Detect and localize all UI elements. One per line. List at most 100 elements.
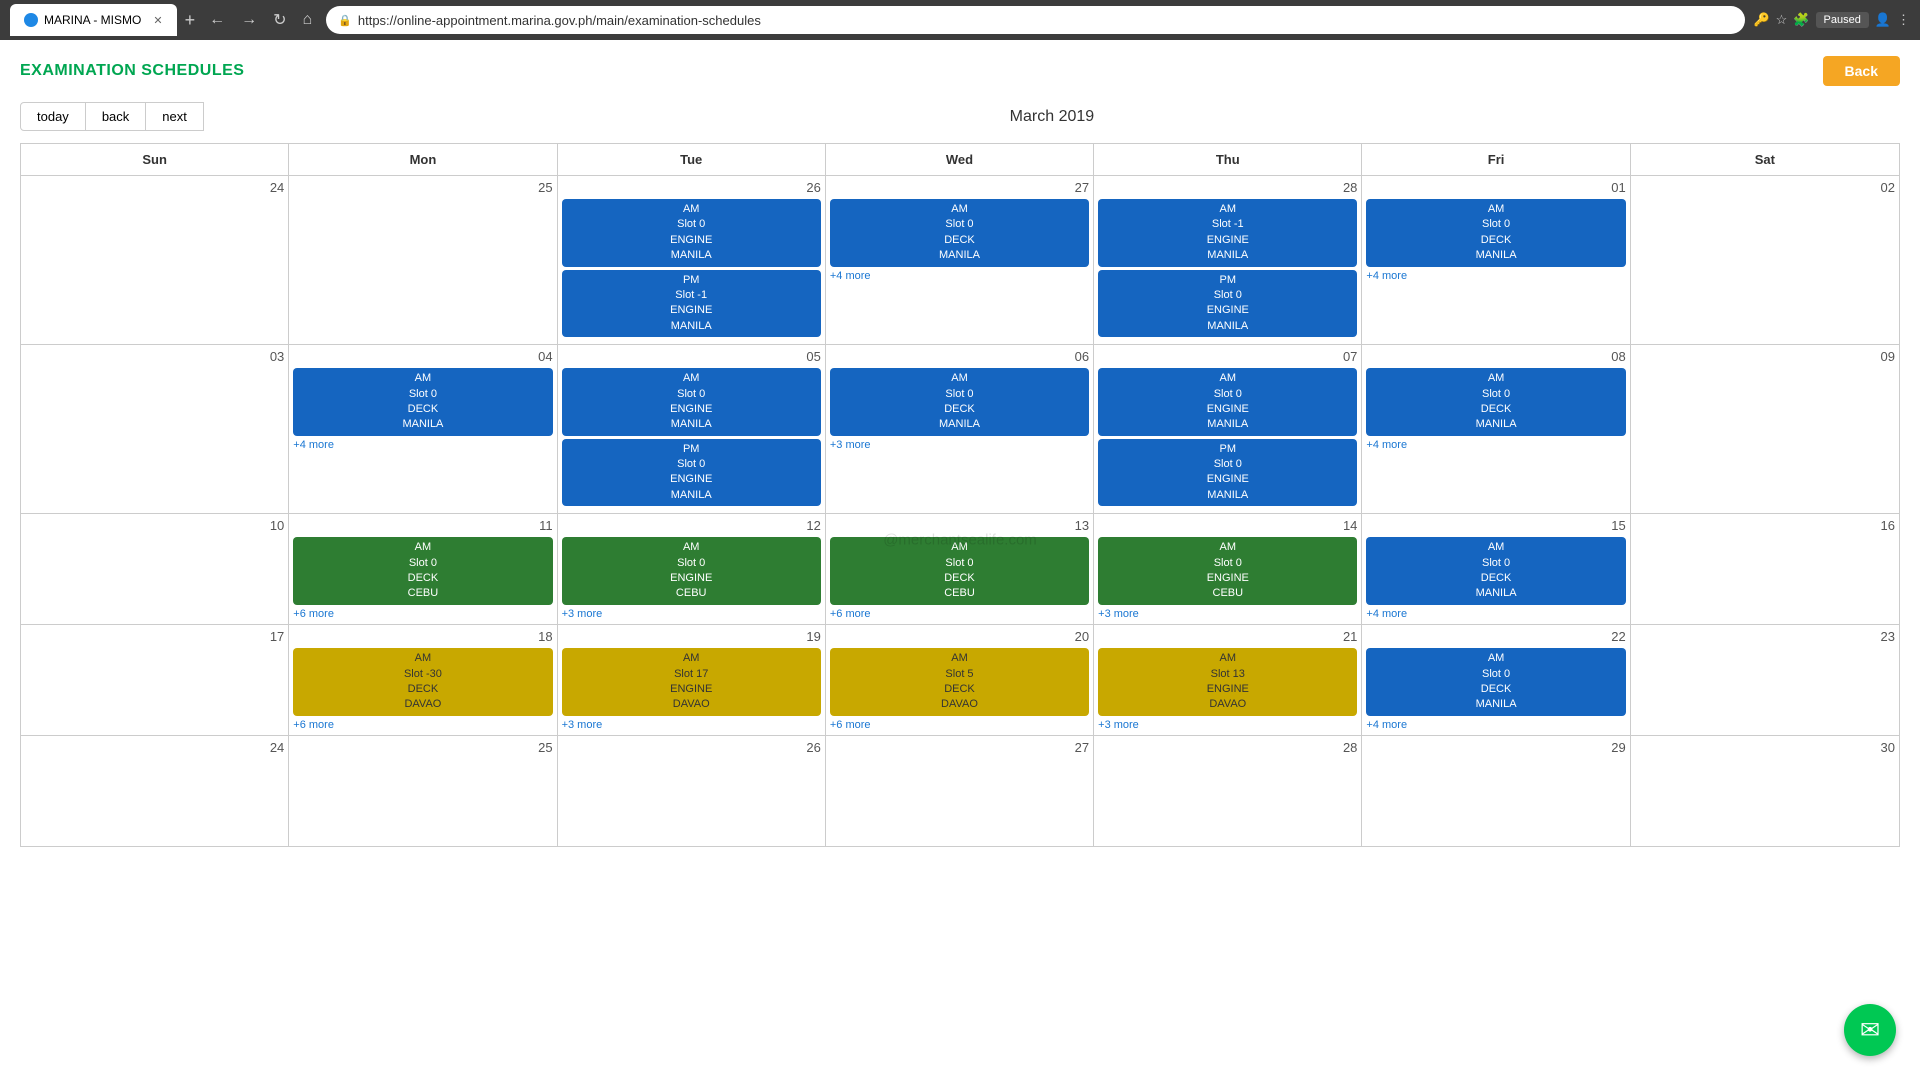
- event-card[interactable]: AMSlot 0ENGINEMANILA: [562, 199, 821, 267]
- more-events-link[interactable]: +4 more: [1366, 608, 1625, 620]
- header-wed: Wed: [826, 144, 1094, 175]
- event-card[interactable]: AMSlot 0DECKMANILA: [1366, 199, 1625, 267]
- browser-tab[interactable]: MARINA - MISMO ✕: [10, 4, 177, 36]
- event-card[interactable]: AMSlot 0DECKMANILA: [293, 368, 552, 436]
- calendar-cell: 27: [826, 736, 1094, 846]
- nav-home-btn[interactable]: ⌂: [296, 7, 318, 33]
- tab-close-btn[interactable]: ✕: [153, 14, 162, 27]
- calendar-cell: 26 AMSlot 0ENGINEMANILAPMSlot -1ENGINEMAN…: [558, 176, 826, 344]
- event-card[interactable]: AMSlot 17ENGINEDAVAO: [562, 648, 821, 716]
- event-card[interactable]: AMSlot 0ENGINEMANILA: [562, 368, 821, 436]
- paused-badge: Paused: [1816, 12, 1869, 28]
- more-events-link[interactable]: +6 more: [293, 719, 552, 731]
- day-number: 16: [1635, 518, 1895, 533]
- browser-chrome: MARINA - MISMO ✕ + ← → ↻ ⌂ 🔒 https://onl…: [0, 0, 1920, 40]
- back-button[interactable]: Back: [1823, 56, 1900, 86]
- event-card[interactable]: PMSlot 0ENGINEMANILA: [1098, 270, 1357, 338]
- calendar-cell: 25: [289, 176, 557, 344]
- day-number: 20: [830, 629, 1089, 644]
- header-sat: Sat: [1631, 144, 1899, 175]
- calendar-cell: 10: [21, 514, 289, 624]
- event-card[interactable]: PMSlot 0ENGINEMANILA: [1098, 439, 1357, 507]
- more-events-link[interactable]: +3 more: [562, 608, 821, 620]
- event-card[interactable]: AMSlot 0DECKMANILA: [1366, 648, 1625, 716]
- event-card[interactable]: AMSlot 0ENGINECEBU: [1098, 537, 1357, 605]
- calendar-cell: 21AMSlot 13ENGINEDAVAO+3 more: [1094, 625, 1362, 735]
- more-events-link[interactable]: +3 more: [562, 719, 821, 731]
- tab-favicon: [24, 13, 38, 27]
- new-tab-btn[interactable]: +: [185, 10, 196, 31]
- day-number: 27: [830, 740, 1089, 755]
- more-events-link[interactable]: +6 more: [293, 608, 552, 620]
- calendar-cell: 06 AMSlot 0DECKMANILA +3 more: [826, 345, 1094, 513]
- more-events-link[interactable]: +4 more: [1366, 439, 1625, 451]
- calendar-cell: 09: [1631, 345, 1899, 513]
- calendar-cell: 13 AMSlot 0DECKCEBU +6 more: [826, 514, 1094, 624]
- next-nav-button[interactable]: next: [146, 102, 204, 131]
- day-number: 22: [1366, 629, 1625, 644]
- calendar-cell: 29: [1362, 736, 1630, 846]
- url-bar[interactable]: 🔒 https://online-appointment.marina.gov.…: [326, 6, 1745, 34]
- calendar-cell: 04AMSlot 0DECKMANILA+4 more: [289, 345, 557, 513]
- event-card[interactable]: AMSlot -30DECKDAVAO: [293, 648, 552, 716]
- day-number: 17: [25, 629, 284, 644]
- day-number: 26: [562, 180, 821, 195]
- event-card[interactable]: AMSlot 0DECKMANILA: [830, 368, 1089, 436]
- event-card[interactable]: AMSlot 0ENGINECEBU: [562, 537, 821, 605]
- day-number: 25: [293, 740, 552, 755]
- calendar-nav: today back next March 2019: [20, 102, 1900, 131]
- event-card[interactable]: AMSlot 13ENGINEDAVAO: [1098, 648, 1357, 716]
- calendar-row: 242526AMSlot 0ENGINEMANILAPMSlot -1ENGIN…: [21, 176, 1899, 345]
- nav-controls: ← → ↻ ⌂: [203, 6, 318, 34]
- today-button[interactable]: today: [20, 102, 86, 131]
- more-events-link[interactable]: +4 more: [293, 439, 552, 451]
- page-content: EXAMINATION SCHEDULES Back today back ne…: [0, 40, 1920, 1080]
- day-number: 28: [1098, 180, 1357, 195]
- browser-actions: 🔑 ☆ 🧩 Paused 👤 ⋮: [1753, 12, 1910, 28]
- more-events-link[interactable]: +6 more: [830, 608, 1089, 620]
- more-events-link[interactable]: +3 more: [1098, 719, 1357, 731]
- day-number: 13: [830, 518, 1089, 533]
- event-card[interactable]: AMSlot 5DECKDAVAO: [830, 648, 1089, 716]
- back-nav-button[interactable]: back: [86, 102, 146, 131]
- event-card[interactable]: AMSlot 0DECKCEBU: [830, 537, 1089, 605]
- event-card[interactable]: AMSlot 0DECKMANILA: [1366, 537, 1625, 605]
- chat-fab[interactable]: ✉: [1844, 1004, 1896, 1056]
- calendar-cell: 19AMSlot 17ENGINEDAVAO+3 more: [558, 625, 826, 735]
- event-card[interactable]: AMSlot 0DECKCEBU: [293, 537, 552, 605]
- menu-icon: ⋮: [1897, 12, 1910, 28]
- calendar-cell: 15AMSlot 0DECKMANILA+4 more: [1362, 514, 1630, 624]
- calendar: Sun Mon Tue Wed Thu Fri Sat 242526AMSlot…: [20, 143, 1900, 847]
- calendar-cell: 05AMSlot 0ENGINEMANILAPMSlot 0ENGINEMANI…: [558, 345, 826, 513]
- event-card[interactable]: AMSlot 0ENGINEMANILA: [1098, 368, 1357, 436]
- nav-refresh-btn[interactable]: ↻: [267, 6, 292, 34]
- event-card[interactable]: AMSlot -1ENGINEMANILA: [1098, 199, 1357, 267]
- calendar-cell: 30: [1631, 736, 1899, 846]
- nav-back-btn[interactable]: ←: [203, 7, 231, 33]
- more-events-link[interactable]: +4 more: [1366, 270, 1625, 282]
- calendar-header: Sun Mon Tue Wed Thu Fri Sat: [21, 144, 1899, 176]
- calendar-cell: 11AMSlot 0DECKCEBU+6 more: [289, 514, 557, 624]
- calendar-cell: 08AMSlot 0DECKMANILA+4 more: [1362, 345, 1630, 513]
- day-number: 14: [1098, 518, 1357, 533]
- more-events-link[interactable]: +6 more: [830, 719, 1089, 731]
- day-number: 12: [562, 518, 821, 533]
- event-card[interactable]: PMSlot 0ENGINEMANILA: [562, 439, 821, 507]
- event-card[interactable]: PMSlot -1ENGINEMANILA: [562, 270, 821, 338]
- lock-icon: 🔒: [338, 14, 352, 27]
- calendar-cell: 23: [1631, 625, 1899, 735]
- more-events-link[interactable]: +4 more: [830, 270, 1089, 282]
- profile-icon: 👤: [1875, 12, 1891, 28]
- more-events-link[interactable]: +3 more: [830, 439, 1089, 451]
- star-icon: ☆: [1776, 12, 1788, 28]
- calendar-row: 24252627282930: [21, 736, 1899, 846]
- nav-forward-btn[interactable]: →: [235, 7, 263, 33]
- calendar-cell: 03: [21, 345, 289, 513]
- header-sun: Sun: [21, 144, 289, 175]
- event-card[interactable]: AMSlot 0DECKMANILA: [830, 199, 1089, 267]
- more-events-link[interactable]: +4 more: [1366, 719, 1625, 731]
- day-number: 06: [830, 349, 1089, 364]
- day-number: 27: [830, 180, 1089, 195]
- event-card[interactable]: AMSlot 0DECKMANILA: [1366, 368, 1625, 436]
- more-events-link[interactable]: +3 more: [1098, 608, 1357, 620]
